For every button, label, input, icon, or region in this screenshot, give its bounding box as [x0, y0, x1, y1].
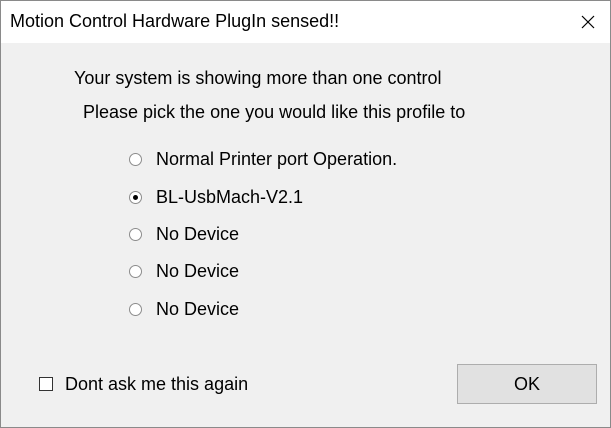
device-option-label: Normal Printer port Operation. [156, 148, 398, 169]
device-option-label: No Device [156, 298, 240, 319]
ok-button[interactable]: OK [457, 364, 597, 404]
device-option-bl-usbmach[interactable]: BL-UsbMach-V2.1 [129, 185, 303, 209]
radio-button[interactable] [129, 152, 142, 166]
dont-ask-again-option[interactable]: Dont ask me this again [39, 372, 248, 396]
device-option-no-device-1[interactable]: No Device [129, 222, 239, 246]
device-option-printer-port[interactable]: Normal Printer port Operation. [129, 147, 397, 171]
radio-button[interactable] [129, 302, 142, 316]
device-option-label: BL-UsbMach-V2.1 [156, 186, 304, 207]
close-icon [581, 15, 595, 29]
dont-ask-again-checkbox[interactable] [39, 377, 53, 391]
message-line-1: Your system is showing more than one con… [74, 68, 442, 88]
device-option-no-device-3[interactable]: No Device [129, 297, 239, 321]
device-option-label: No Device [156, 223, 240, 244]
message-line-2: Please pick the one you would like this … [83, 102, 466, 122]
window-title: Motion Control Hardware PlugIn sensed!! [10, 11, 340, 31]
radio-button[interactable] [129, 264, 142, 278]
close-button[interactable] [568, 5, 608, 39]
device-option-label: No Device [156, 260, 240, 281]
radio-button[interactable] [129, 190, 142, 204]
radio-button[interactable] [129, 227, 142, 241]
device-option-no-device-2[interactable]: No Device [129, 259, 239, 283]
dont-ask-again-label: Dont ask me this again [65, 373, 249, 394]
title-bar: Motion Control Hardware PlugIn sensed!! [1, 1, 610, 43]
dialog-window: Motion Control Hardware PlugIn sensed!! … [0, 0, 611, 428]
